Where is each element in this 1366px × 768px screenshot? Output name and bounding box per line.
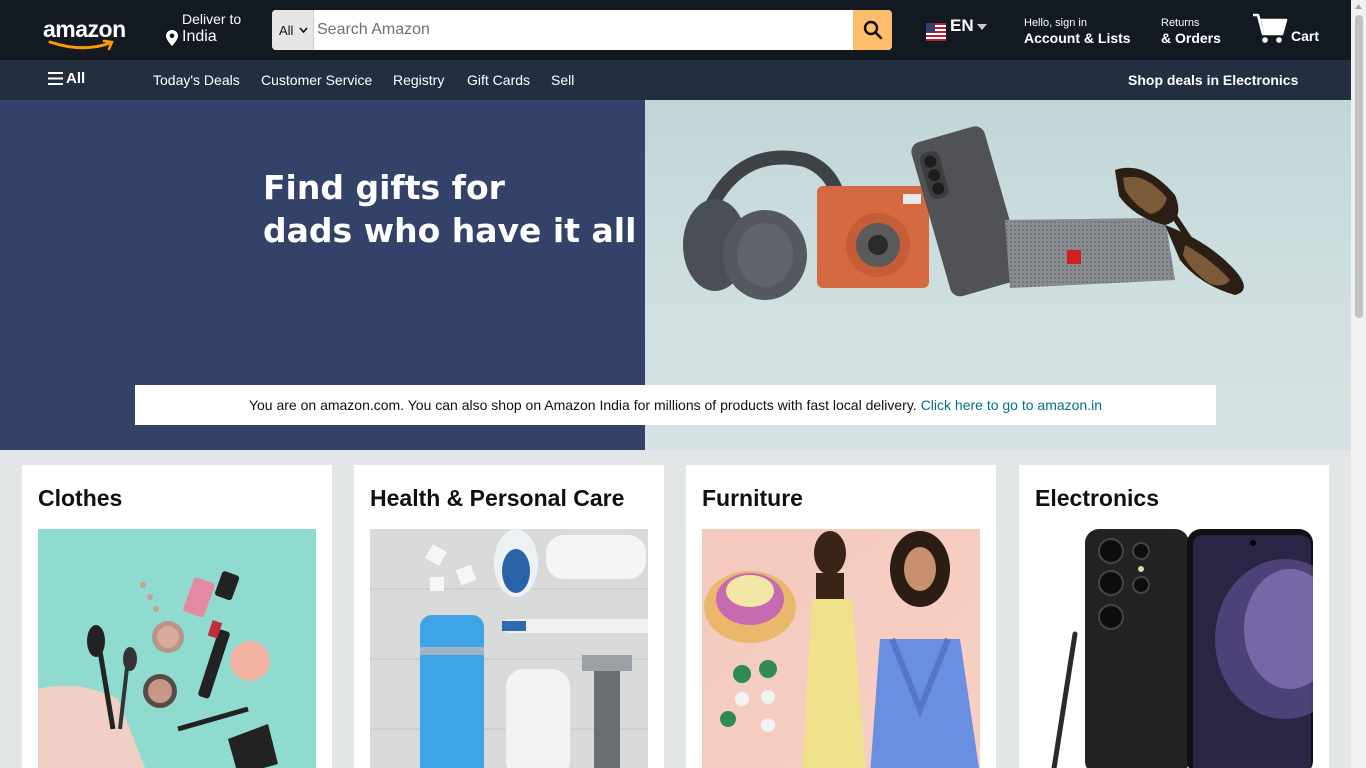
card-image-furniture[interactable] (702, 529, 980, 768)
category-card-clothes[interactable]: Clothes (22, 465, 332, 768)
orders-label: & Orders (1161, 30, 1221, 46)
card-title: Health & Personal Care (370, 485, 625, 511)
search-button[interactable] (853, 10, 892, 50)
hero-title-line-1: Find gifts for (263, 168, 505, 207)
caret-down-icon (976, 24, 987, 30)
chevron-down-icon (299, 27, 309, 33)
card-title: Furniture (702, 485, 803, 511)
account-label: Account & Lists (1024, 30, 1131, 46)
smartphone-image (1035, 529, 1313, 768)
cart-button[interactable]: Cart (1252, 12, 1324, 48)
deliver-to-location[interactable]: Deliver to India (164, 10, 254, 50)
language-code: EN (950, 16, 974, 35)
card-image-electronics[interactable] (1035, 529, 1313, 768)
page-scrollbar[interactable] (1351, 0, 1366, 768)
us-flag-icon (926, 23, 946, 41)
cosmetics-image (38, 529, 316, 768)
nav-link-todays-deals[interactable]: Today's Deals (153, 72, 240, 88)
returns-and-orders[interactable]: Returns & Orders (1161, 17, 1221, 46)
card-image-health[interactable] (370, 529, 648, 768)
amazon-logo[interactable]: amazon (40, 12, 128, 51)
search-category-dropdown[interactable]: All (272, 10, 314, 50)
card-image-clothes[interactable] (38, 529, 316, 768)
search-input[interactable] (314, 10, 853, 50)
go-to-amazon-in-link[interactable]: Click here to go to amazon.in (921, 397, 1102, 413)
language-selector[interactable]: EN (926, 14, 992, 44)
hero-banner[interactable]: Find gifts for dads who have it all You … (0, 100, 1351, 450)
cart-label: Cart (1291, 28, 1320, 44)
account-and-lists[interactable]: Hello, sign in Account & Lists (1024, 17, 1131, 46)
nav-link-registry[interactable]: Registry (393, 72, 444, 88)
all-menu-label: All (66, 70, 86, 87)
scrollbar-thumb[interactable] (1355, 15, 1363, 318)
hero-title-line-2: dads who have it all (263, 211, 637, 250)
locale-notice-text: You are on amazon.com. You can also shop… (248, 397, 917, 413)
returns-label: Returns (1161, 17, 1200, 29)
toiletries-image (370, 529, 648, 768)
secondary-navigation-bar: All Today's Deals Customer Service Regis… (0, 60, 1351, 100)
all-menu-button[interactable]: All (48, 70, 85, 87)
cart-icon (1253, 13, 1288, 43)
logo-smile-icon (48, 39, 114, 51)
search-bar: All (272, 10, 892, 50)
nav-link-customer-service[interactable]: Customer Service (261, 72, 372, 88)
account-greeting: Hello, sign in (1024, 17, 1087, 29)
category-card-health-personal-care[interactable]: Health & Personal Care (354, 465, 664, 768)
fashion-models-image (702, 529, 980, 768)
deliver-to-country: India (182, 28, 217, 45)
card-title: Electronics (1035, 485, 1159, 511)
nav-link-gift-cards[interactable]: Gift Cards (467, 72, 530, 88)
scroll-up-arrow-icon[interactable] (1355, 4, 1362, 9)
card-title: Clothes (38, 485, 123, 511)
search-category-label: All (279, 22, 294, 38)
location-pin-icon (166, 30, 178, 46)
promo-electronics-link[interactable]: Shop deals in Electronics (1128, 72, 1298, 88)
hero-title: Find gifts for dads who have it all (263, 166, 643, 252)
search-icon (863, 20, 882, 40)
hamburger-menu-icon (48, 72, 63, 85)
category-card-furniture[interactable]: Furniture (686, 465, 996, 768)
deliver-to-label: Deliver to (182, 11, 242, 27)
category-card-electronics[interactable]: Electronics (1019, 465, 1329, 768)
nav-link-sell[interactable]: Sell (551, 72, 574, 88)
top-navigation-bar: amazon Deliver to India All Search Amazo… (0, 0, 1351, 60)
locale-notice-banner: You are on amazon.com. You can also shop… (135, 385, 1216, 425)
